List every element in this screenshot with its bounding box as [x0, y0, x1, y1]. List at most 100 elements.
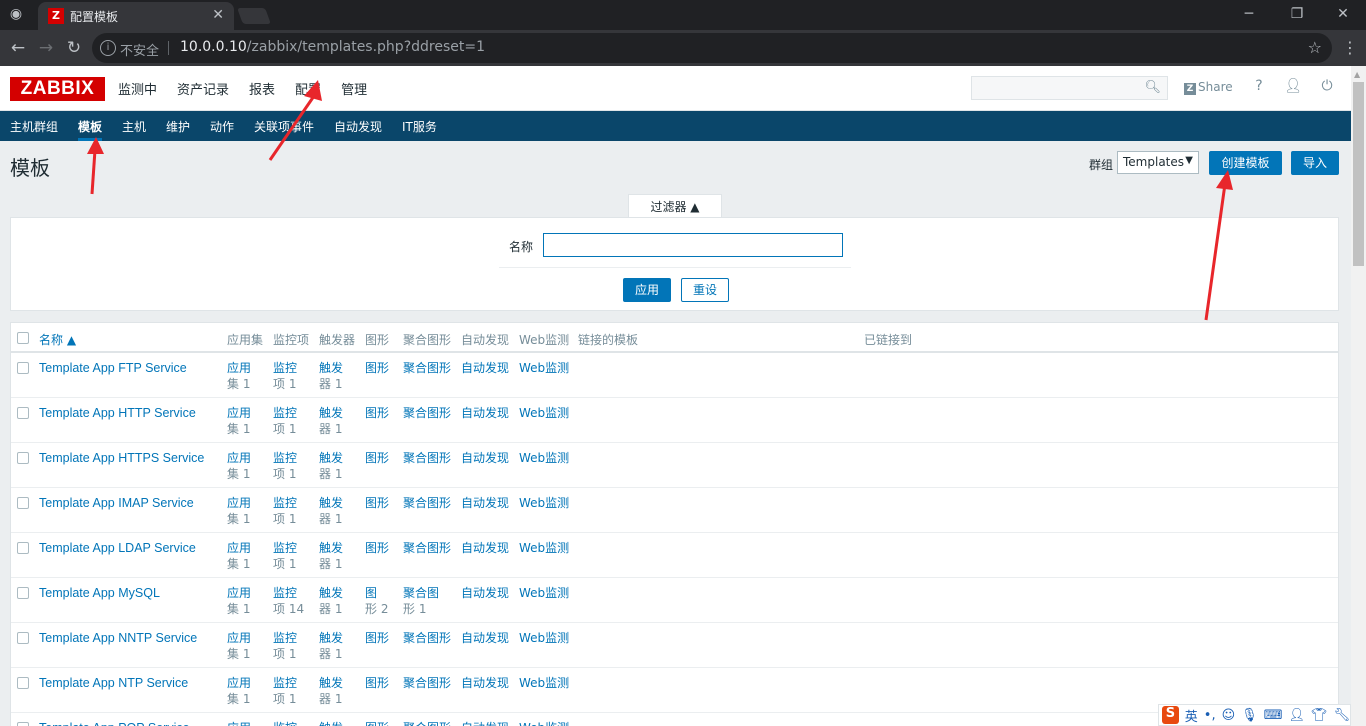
template-name-link[interactable]: Template App HTTP Service — [39, 405, 196, 421]
cell-items[interactable]: 监控项 1 — [273, 405, 297, 437]
col-name[interactable]: 名称 ▲ — [39, 331, 76, 348]
cell-screens[interactable]: 聚合图形 — [403, 540, 451, 556]
submenu-it-services[interactable]: IT服务 — [402, 118, 437, 135]
cell-applications[interactable]: 应用集 1 — [227, 675, 251, 707]
template-name-link[interactable]: Template App IMAP Service — [39, 495, 194, 511]
global-search-input[interactable]: 🔍︎ — [971, 76, 1168, 100]
select-all-checkbox[interactable] — [17, 332, 29, 344]
cell-graphs[interactable]: 图形 — [365, 540, 389, 556]
cell-items[interactable]: 监控项 14 — [273, 585, 304, 617]
cell-screens[interactable]: 聚合图形 — [403, 360, 451, 376]
cell-screens[interactable]: 聚合图形 1 — [403, 585, 439, 617]
template-name-link[interactable]: Template App HTTPS Service — [39, 450, 204, 466]
cell-triggers[interactable]: 触发 — [319, 720, 343, 726]
cell-web[interactable]: Web监测 — [519, 675, 569, 691]
row-checkbox[interactable] — [17, 452, 29, 464]
cell-applications[interactable]: 应用集 1 — [227, 450, 251, 482]
ime-keyboard-icon[interactable]: ⌨ — [1264, 708, 1283, 723]
minimize-icon[interactable]: ─ — [1226, 4, 1272, 26]
cell-discovery[interactable]: 自动发现 — [461, 675, 509, 691]
cell-triggers[interactable]: 触发器 1 — [319, 540, 343, 572]
cell-screens[interactable]: 聚合图形 — [403, 630, 451, 646]
row-checkbox[interactable] — [17, 722, 29, 726]
filter-toggle-tab[interactable]: 过滤器 ▲ — [628, 194, 722, 218]
submenu-templates[interactable]: 模板 — [78, 118, 103, 141]
url-text[interactable]: 10.0.0.10/zabbix/templates.php?ddreset=1 — [180, 39, 485, 55]
window-close-icon[interactable]: ✕ — [1320, 4, 1366, 26]
tab-close-icon[interactable]: ✕ — [212, 7, 224, 23]
cell-triggers[interactable]: 触发器 1 — [319, 450, 343, 482]
cell-discovery[interactable]: 自动发现 — [461, 585, 509, 601]
cell-items[interactable]: 监控项 1 — [273, 675, 297, 707]
cell-screens[interactable]: 聚合图形 — [403, 495, 451, 511]
back-icon[interactable]: ← — [6, 36, 30, 60]
reload-icon[interactable]: ↻ — [62, 36, 86, 60]
bookmark-star-icon[interactable]: ☆ — [1308, 38, 1322, 57]
cell-items[interactable]: 监控 — [273, 720, 297, 726]
cell-applications[interactable]: 应用集 1 — [227, 495, 251, 527]
template-name-link[interactable]: Template App POP Service — [39, 720, 190, 726]
cell-web[interactable]: Web监测 — [519, 495, 569, 511]
restore-icon[interactable]: ❐ — [1274, 4, 1320, 26]
menu-reports[interactable]: 报表 — [249, 79, 275, 98]
ime-settings-icon[interactable]: 🔧︎ — [1333, 708, 1350, 723]
row-checkbox[interactable] — [17, 677, 29, 689]
cell-web[interactable]: Web监测 — [519, 720, 569, 726]
cell-graphs[interactable]: 图形 — [365, 495, 389, 511]
cell-screens[interactable]: 聚合图形 — [403, 675, 451, 691]
submenu-actions[interactable]: 动作 — [210, 118, 234, 135]
browser-menu-icon[interactable]: ⋮ — [1342, 38, 1358, 57]
submenu-host-groups[interactable]: 主机群组 — [10, 118, 58, 135]
forward-icon[interactable]: → — [34, 36, 58, 60]
filter-reset-button[interactable]: 重设 — [681, 278, 729, 302]
row-checkbox[interactable] — [17, 542, 29, 554]
row-checkbox[interactable] — [17, 632, 29, 644]
cell-discovery[interactable]: 自动发现 — [461, 630, 509, 646]
cell-graphs[interactable]: 图形 — [365, 405, 389, 421]
share-link[interactable]: Z Share — [1184, 80, 1233, 95]
search-icon[interactable]: 🔍︎ — [1144, 80, 1161, 95]
row-checkbox[interactable] — [17, 407, 29, 419]
cell-graphs[interactable]: 图形 — [365, 720, 389, 726]
ime-skin-icon[interactable]: 👕︎ — [1311, 708, 1328, 723]
filter-name-input[interactable] — [543, 233, 843, 257]
cell-triggers[interactable]: 触发器 1 — [319, 495, 343, 527]
zabbix-logo[interactable]: ZABBIX — [10, 77, 105, 101]
cell-web[interactable]: Web监测 — [519, 540, 569, 556]
address-bar[interactable]: i 不安全 10.0.0.10/zabbix/templates.php?ddr… — [92, 33, 1332, 63]
cell-triggers[interactable]: 触发器 1 — [319, 405, 343, 437]
ime-language-toggle[interactable]: 英 — [1185, 706, 1198, 725]
template-name-link[interactable]: Template App MySQL — [39, 585, 160, 601]
menu-monitoring[interactable]: 监测中 — [118, 79, 157, 98]
cell-discovery[interactable]: 自动发现 — [461, 405, 509, 421]
submenu-maintenance[interactable]: 维护 — [166, 118, 190, 135]
user-profile-icon[interactable]: 👤︎ — [1284, 78, 1302, 98]
scroll-up-icon[interactable]: ▲ — [1354, 70, 1360, 79]
group-select[interactable]: Templates ▼ — [1117, 151, 1199, 174]
cell-applications[interactable]: 应用集 1 — [227, 540, 251, 572]
filter-apply-button[interactable]: 应用 — [623, 278, 671, 302]
new-tab-button[interactable] — [237, 8, 271, 24]
template-name-link[interactable]: Template App NTP Service — [39, 675, 188, 691]
cell-items[interactable]: 监控项 1 — [273, 630, 297, 662]
submenu-hosts[interactable]: 主机 — [122, 118, 146, 135]
sogou-logo-icon[interactable]: S — [1162, 706, 1179, 724]
cell-web[interactable]: Web监测 — [519, 630, 569, 646]
create-template-button[interactable]: 创建模板 — [1209, 151, 1282, 175]
cell-applications[interactable]: 应用集 1 — [227, 405, 251, 437]
cell-discovery[interactable]: 自动发现 — [461, 540, 509, 556]
cell-discovery[interactable]: 自动发现 — [461, 360, 509, 376]
page-scrollbar[interactable]: ▲ — [1351, 66, 1366, 726]
cell-graphs[interactable]: 图形 — [365, 360, 389, 376]
cell-triggers[interactable]: 触发器 1 — [319, 630, 343, 662]
cell-discovery[interactable]: 自动发现 — [461, 450, 509, 466]
cell-items[interactable]: 监控项 1 — [273, 540, 297, 572]
cell-graphs[interactable]: 图形 — [365, 675, 389, 691]
scrollbar-thumb[interactable] — [1353, 82, 1364, 266]
import-button[interactable]: 导入 — [1291, 151, 1339, 175]
menu-administration[interactable]: 管理 — [341, 79, 367, 98]
template-name-link[interactable]: Template App LDAP Service — [39, 540, 196, 556]
cell-web[interactable]: Web监测 — [519, 585, 569, 601]
cell-applications[interactable]: 应用集 1 — [227, 585, 251, 617]
row-checkbox[interactable] — [17, 497, 29, 509]
